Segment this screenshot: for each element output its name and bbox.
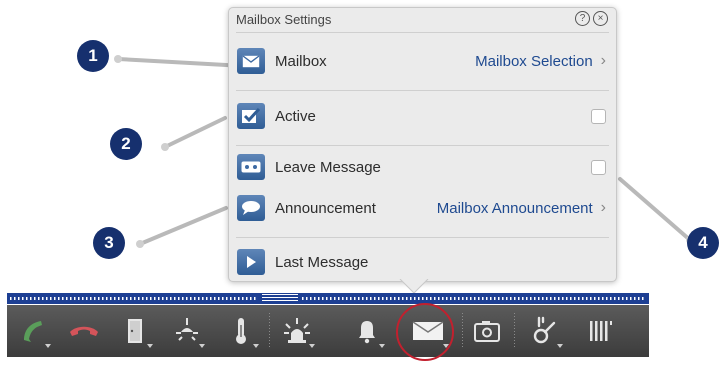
camera-icon[interactable] (467, 305, 507, 357)
door-icon[interactable] (115, 305, 155, 357)
question-circle-icon[interactable]: ? (575, 11, 590, 26)
thermometer-icon[interactable] (221, 305, 261, 357)
selected-mail-highlight-ring (396, 303, 454, 361)
envelope-icon (237, 48, 265, 74)
x-circle-icon[interactable]: × (593, 11, 608, 26)
switch-icon[interactable] (525, 305, 565, 357)
phone-pickup-icon[interactable] (13, 305, 53, 357)
drag-handle-icon[interactable] (262, 294, 298, 303)
bell-icon[interactable] (347, 305, 387, 357)
mailbox-row[interactable]: Mailbox Mailbox Selection › (237, 46, 606, 76)
play-icon (237, 249, 265, 275)
bottom-toolbar (7, 305, 649, 357)
callout-2: 2 (110, 128, 142, 160)
last-message-label: Last Message (275, 253, 369, 271)
announcement-row[interactable]: Announcement Mailbox Announcement › (237, 193, 606, 223)
mailbox-selection-link[interactable]: Mailbox Selection › (475, 52, 606, 70)
callout-4: 4 (687, 227, 719, 259)
popup-title: Mailbox Settings (236, 12, 332, 27)
cassette-icon (237, 154, 265, 180)
active-checkbox[interactable] (591, 108, 606, 124)
speech-bubble-icon (237, 195, 265, 221)
leave-message-label: Leave Message (275, 158, 381, 176)
callout-1: 1 (77, 40, 109, 72)
checkbox-icon (237, 103, 265, 129)
toolbar-drag-strip[interactable] (7, 293, 649, 304)
announcement-label: Announcement (275, 199, 376, 217)
chevron-right-icon: › (600, 52, 606, 69)
barcode-icon[interactable] (581, 305, 621, 357)
light-icon[interactable] (167, 305, 207, 357)
mailbox-settings-popup: Mailbox Settings ? × Mailbox Mailbox Sel… (228, 7, 617, 282)
mailbox-announcement-link[interactable]: Mailbox Announcement › (437, 199, 606, 217)
callout-3: 3 (93, 227, 125, 259)
phone-hangup-icon[interactable] (64, 305, 104, 357)
last-message-row[interactable]: Last Message (237, 247, 606, 277)
mailbox-label: Mailbox (275, 52, 327, 70)
active-label: Active (275, 107, 316, 125)
chevron-right-icon: › (600, 199, 606, 216)
leave-message-checkbox[interactable] (591, 159, 606, 175)
active-row: Active (237, 101, 606, 131)
leave-message-row: Leave Message (237, 152, 606, 182)
alarm-light-icon[interactable] (277, 305, 317, 357)
